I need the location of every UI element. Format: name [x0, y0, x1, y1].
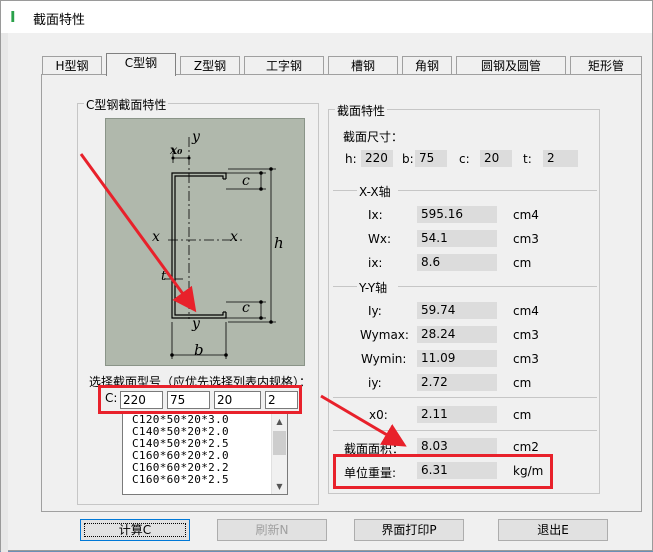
ix-radius-label: ix:	[368, 256, 383, 270]
dim-b-value: 75	[415, 150, 447, 167]
tab-round-tube[interactable]: 圆钢及圆管	[456, 56, 566, 75]
label-x-right: x	[230, 229, 238, 245]
wx-value: 54.1	[417, 230, 497, 247]
wymax-label: Wymax:	[360, 328, 409, 342]
tab-angle[interactable]: 角钢	[402, 56, 452, 75]
tab-channel[interactable]: 槽钢	[328, 56, 398, 75]
tab-h-steel[interactable]: H型钢	[42, 56, 102, 75]
c-steel-group-title: C型钢截面特性	[84, 96, 169, 113]
iy-radius-label: iy:	[368, 376, 382, 390]
c-section-diagram: y x₀ c x x h t c y b	[105, 118, 305, 366]
scroll-down-icon[interactable]: ▼	[272, 479, 287, 494]
yy-axis-title: Y-Y轴	[359, 281, 388, 295]
ix-radius-unit: cm	[513, 256, 532, 270]
scroll-up-icon[interactable]: ▲	[272, 414, 287, 429]
wx-label: Wx:	[368, 232, 392, 246]
wx-unit: cm3	[513, 232, 539, 246]
label-c-top: c	[242, 173, 250, 189]
dim-t-label: t:	[523, 152, 532, 166]
label-y-bottom: y	[192, 316, 200, 332]
x0-unit: cm	[513, 408, 532, 422]
iy-radius-value: 2.72	[417, 374, 497, 391]
area-value: 8.03	[417, 438, 497, 455]
separator	[333, 430, 597, 431]
section-properties-window: I 截面特性 H型钢 C型钢 Z型钢 工字钢 槽钢 角钢 圆钢及圆管 矩形管 C…	[0, 0, 653, 552]
ix-moment-unit: cm4	[513, 208, 539, 222]
iy-moment-value: 59.74	[417, 302, 497, 319]
label-x0: x₀	[170, 143, 183, 157]
dim-t-value: 2	[543, 150, 578, 167]
separator	[333, 397, 597, 398]
scroll-thumb[interactable]	[273, 431, 286, 455]
tab-i-beam[interactable]: 工字钢	[244, 56, 324, 75]
wymax-value: 28.24	[417, 326, 497, 343]
properties-group-title: 截面特性	[335, 102, 388, 119]
dims-label: 截面尺寸：	[343, 130, 404, 144]
wymin-label: Wymin:	[361, 352, 407, 366]
x0-label: x0:	[369, 408, 388, 422]
area-unit: cm2	[513, 440, 539, 454]
iy-radius-unit: cm	[513, 376, 532, 390]
label-b: b	[194, 341, 204, 359]
separator	[398, 286, 597, 287]
dim-b-label: b:	[402, 152, 414, 166]
dim-h-value: 220	[361, 150, 393, 167]
refresh-button[interactable]: 刷新N	[217, 519, 327, 541]
print-button[interactable]: 界面打印P	[354, 519, 464, 541]
label-c-bottom: c	[242, 300, 250, 316]
dim-c-label: c:	[459, 152, 470, 166]
xx-axis-title: X-X轴	[359, 185, 391, 199]
label-t: t	[161, 269, 167, 284]
tab-rect-tube[interactable]: 矩形管	[570, 56, 642, 75]
separator	[333, 286, 357, 287]
separator	[398, 190, 597, 191]
list-item[interactable]: C160*60*20*2.5	[123, 474, 287, 486]
iy-moment-unit: cm4	[513, 304, 539, 318]
ix-moment-value: 595.16	[417, 206, 497, 223]
wymin-value: 11.09	[417, 350, 497, 367]
ix-moment-label: Ix:	[368, 208, 383, 222]
dim-c-value: 20	[480, 150, 512, 167]
calculate-button[interactable]: 计算C	[80, 519, 190, 541]
wymin-unit: cm3	[513, 352, 539, 366]
background-strip	[1, 33, 8, 552]
title-bar[interactable]: I 截面特性	[1, 1, 652, 33]
exit-button[interactable]: 退出E	[498, 519, 608, 541]
dim-h-label: h:	[345, 152, 357, 166]
wymax-unit: cm3	[513, 328, 539, 342]
app-icon: I	[10, 8, 16, 26]
label-y-top: y	[192, 129, 200, 145]
separator	[333, 190, 357, 191]
label-h: h	[274, 234, 284, 252]
label-x-left: x	[152, 229, 160, 245]
iy-moment-label: Iy:	[368, 304, 382, 318]
annotation-box-weight	[333, 454, 553, 489]
section-list[interactable]: C120*50*20*3.0 C140*50*20*2.0 C140*50*20…	[122, 413, 288, 495]
tab-c-steel[interactable]: C型钢	[106, 53, 176, 76]
window-title: 截面特性	[33, 13, 86, 28]
x0-value: 2.11	[417, 406, 497, 423]
focus-ring	[84, 523, 186, 537]
list-scrollbar[interactable]: ▲ ▼	[271, 414, 287, 494]
annotation-box-inputs	[98, 385, 302, 414]
ix-radius-value: 8.6	[417, 254, 497, 271]
tab-z-steel[interactable]: Z型钢	[180, 56, 240, 75]
